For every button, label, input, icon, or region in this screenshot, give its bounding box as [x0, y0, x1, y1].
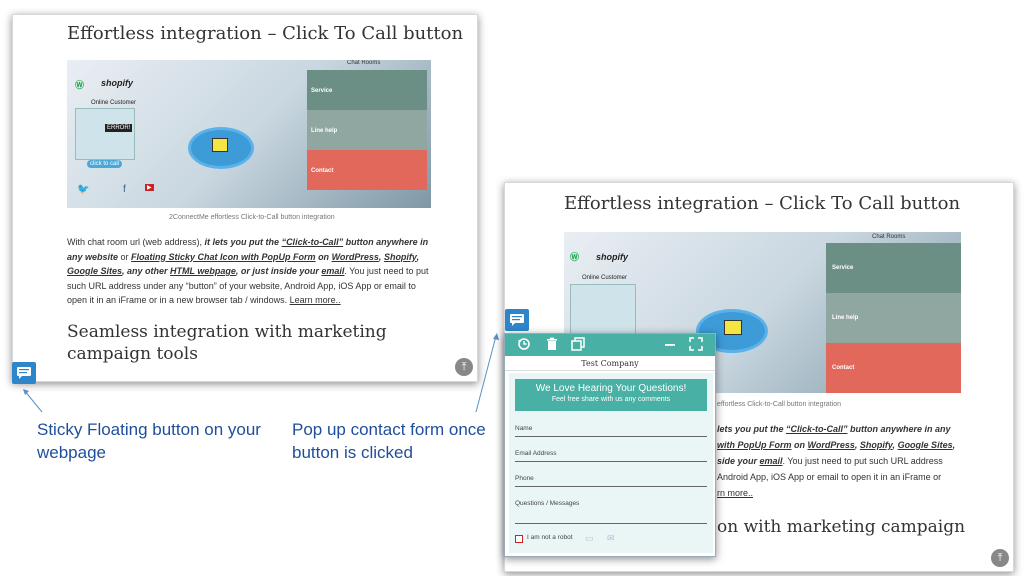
error-label: ERROR! [105, 124, 133, 132]
shopify-logo: shopify [101, 78, 134, 88]
click-to-call-button: click to call [87, 160, 123, 168]
line-help-room: Line help [307, 110, 427, 150]
email-link[interactable]: email [321, 266, 344, 276]
image-caption: effortless Click-to-Call button integrat… [717, 401, 841, 408]
fullscreen-icon[interactable] [689, 337, 705, 353]
contact-form: We Love Hearing Your Questions! Feel fre… [509, 373, 713, 553]
chat-rooms-label: Chat Rooms [872, 234, 906, 240]
html-webpage-link[interactable]: HTML webpage [170, 266, 236, 276]
facebook-icon: f [123, 184, 126, 195]
chat-icon [212, 138, 228, 152]
form-subheading: Feel free share with us any comments [551, 396, 671, 403]
captcha-checkbox[interactable] [515, 535, 523, 543]
history-icon[interactable] [517, 337, 533, 353]
page-title-right: Effortless integration – Click To Call b… [564, 193, 961, 214]
sticky-chat-button-right[interactable] [505, 309, 529, 331]
chat-icon [17, 367, 31, 379]
mail-icon[interactable]: ✉ [607, 533, 619, 543]
contact-room: Contact [826, 343, 961, 393]
popup-toolbar [505, 334, 715, 356]
google-sites-link[interactable]: Google Sites [898, 440, 953, 450]
sticky-icon-link[interactable]: Floating Sticky Chat Icon with PopUp For… [131, 252, 316, 262]
company-name: Test Company [505, 356, 715, 371]
sticky-arrow [23, 389, 43, 413]
section-heading: Seamless integration with marketing camp… [67, 322, 387, 364]
name-field[interactable]: Name [515, 425, 707, 437]
captcha-label: I am not a robot [527, 534, 573, 541]
scroll-to-top-button[interactable]: ⤒ [455, 358, 473, 376]
arrow-up-icon: ⤒ [997, 552, 1003, 564]
message-field[interactable]: Questions / Messages [515, 500, 707, 524]
learn-more-link[interactable]: rn more.. [717, 485, 1007, 501]
message-icon[interactable]: ▭ [585, 533, 597, 543]
google-sites-link[interactable]: Google Sites [67, 266, 122, 276]
scroll-to-top-button[interactable]: ⤒ [991, 549, 1009, 567]
trash-icon[interactable] [545, 337, 561, 353]
chat-rooms-panel: Service Line help Contact [307, 70, 427, 190]
popup-form-link[interactable]: with PopUp Form [717, 440, 792, 450]
line-help-room: Line help [826, 293, 961, 343]
customer-screen [75, 108, 135, 160]
form-heading: We Love Hearing Your Questions! [535, 383, 687, 394]
popup-note: Pop up contact form once button is click… [292, 420, 486, 462]
shopify-logo: shopify [596, 252, 629, 262]
email-link[interactable]: email [760, 456, 783, 466]
service-room: Service [826, 243, 961, 293]
chat-icon [724, 320, 742, 335]
description-paragraph: With chat room url (web address), it let… [67, 237, 429, 305]
image-caption: 2ConnectMe effortless Click-to-Call butt… [169, 214, 335, 221]
minimize-icon[interactable] [663, 337, 679, 353]
twitter-icon: 🐦 [77, 184, 90, 195]
section-heading: on with marketing campaign [717, 517, 966, 537]
youtube-icon: ▶ [145, 184, 154, 191]
online-customer-label: Online Customer [91, 100, 137, 106]
chat-rooms-panel: Service Line help Contact [826, 243, 961, 393]
email-field[interactable]: Email Address [515, 450, 707, 462]
contact-popup: Test Company We Love Hearing Your Questi… [504, 333, 716, 557]
chat-rooms-label: Chat Rooms [347, 60, 381, 66]
arrow-up-icon: ⤒ [461, 361, 467, 373]
online-customer-label: Online Customer [582, 275, 628, 281]
sticky-note: Sticky Floating button on your webpage [37, 420, 261, 462]
learn-more-link[interactable]: Learn more.. [290, 295, 341, 305]
contact-room: Contact [307, 150, 427, 190]
wordpress-logo: Ⓦ [75, 80, 85, 90]
left-screenshot: Effortless integration – Click To Call b… [12, 14, 478, 382]
wordpress-logo: Ⓦ [570, 252, 580, 262]
wordpress-link[interactable]: WordPress [332, 252, 379, 262]
shopify-link[interactable]: Shopify [384, 252, 417, 262]
sticky-chat-button[interactable] [12, 362, 36, 384]
shopify-link[interactable]: Shopify [860, 440, 893, 450]
copy-icon[interactable] [571, 337, 587, 353]
description-paragraph: lets you put the “Click-to-Call” button … [717, 421, 1007, 501]
page-title: Effortless integration – Click To Call b… [67, 23, 464, 44]
popup-arrow [475, 333, 499, 413]
service-room: Service [307, 70, 427, 110]
integration-illustration: Ⓦ shopify Online Customer ERROR! click t… [67, 60, 431, 208]
customer-screen [570, 284, 636, 340]
chat-icon [510, 314, 524, 326]
phone-field[interactable]: Phone [515, 475, 707, 487]
wordpress-link[interactable]: WordPress [808, 440, 855, 450]
form-header: We Love Hearing Your Questions! Feel fre… [515, 379, 707, 411]
